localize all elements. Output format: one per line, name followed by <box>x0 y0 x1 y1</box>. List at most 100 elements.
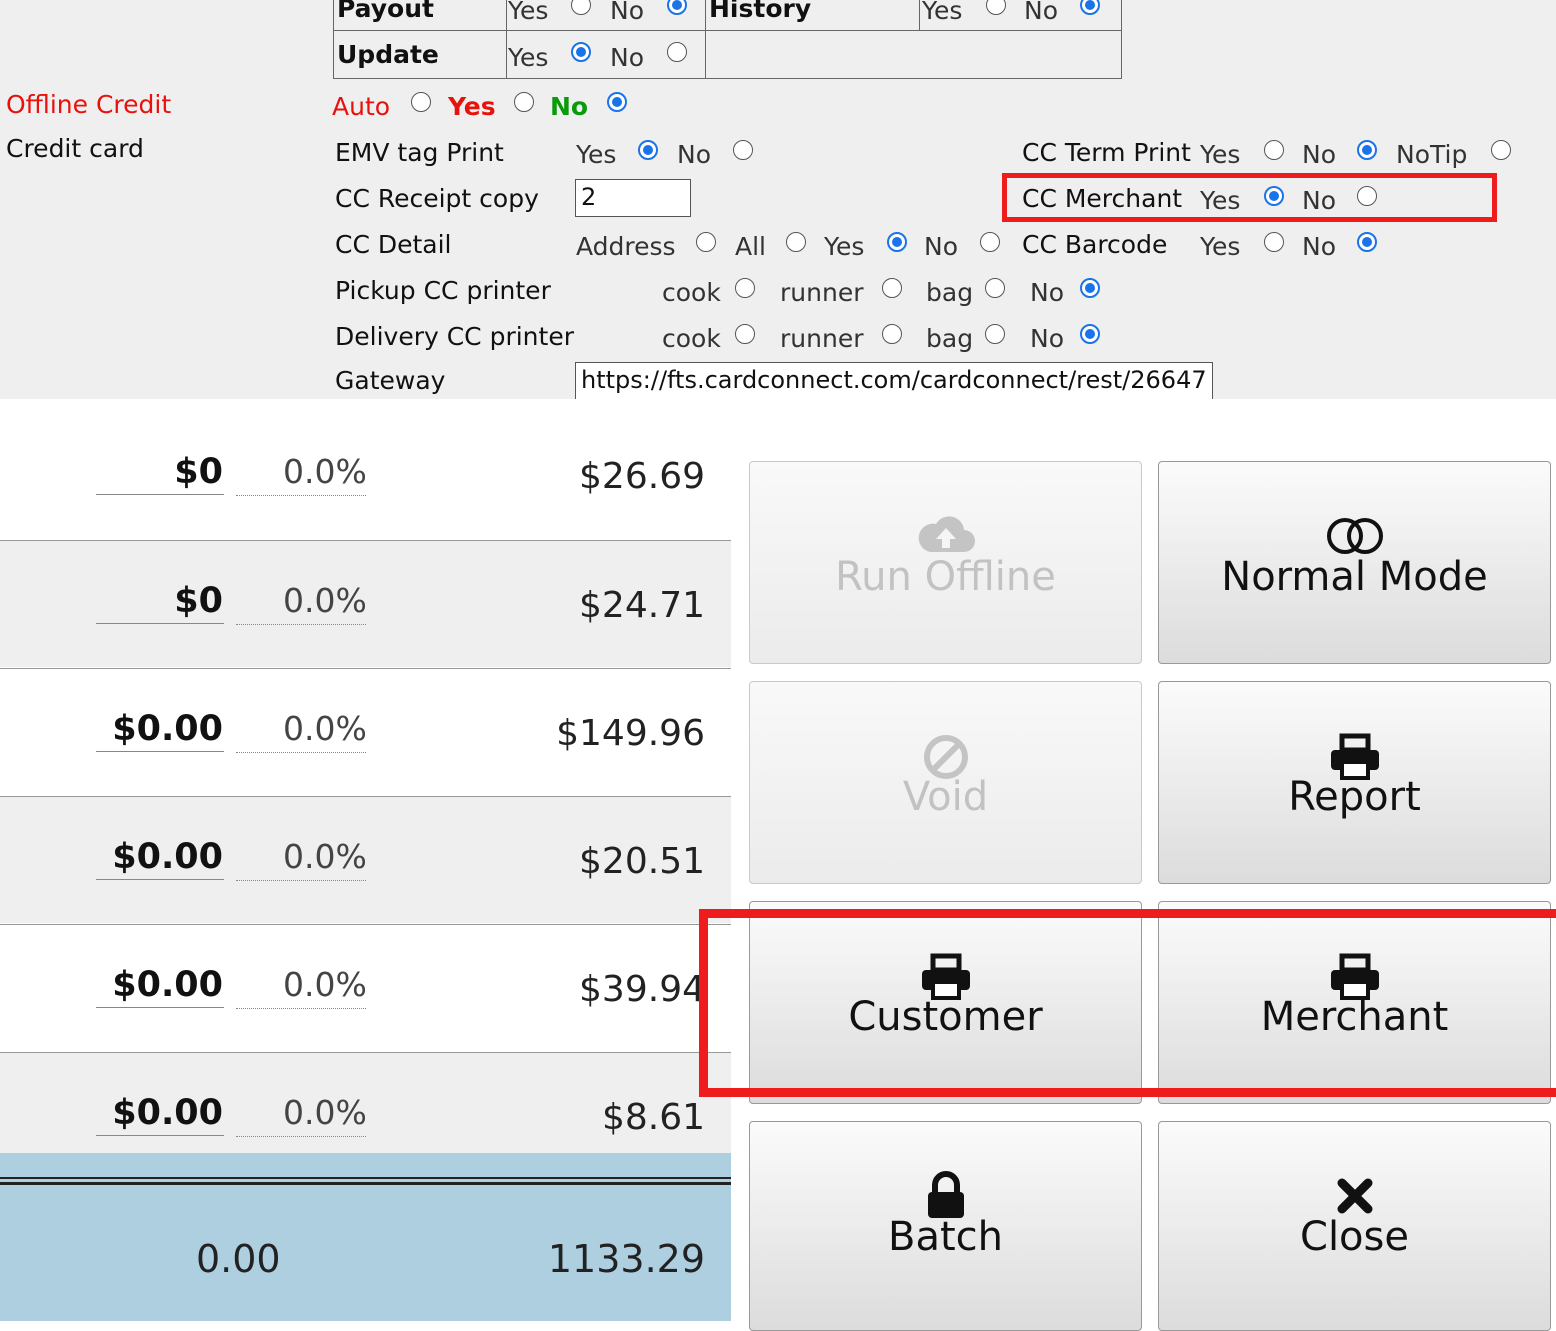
row-percent: 0.0% <box>283 1093 367 1132</box>
emv-yes-label: Yes <box>576 140 617 169</box>
table-divider <box>919 0 920 31</box>
totals-double-rule <box>0 1177 731 1185</box>
report-label: Report <box>1288 774 1421 820</box>
settings-panel: Payout Yes No History Yes No Update Yes … <box>0 0 1556 399</box>
pickup-no-radio[interactable] <box>1080 278 1100 298</box>
row-amount: $0.00 <box>112 965 223 1005</box>
row-percent: 0.0% <box>283 837 367 876</box>
delivery-no-radio[interactable] <box>1080 324 1100 344</box>
cc-detail-no-radio[interactable] <box>980 232 1000 252</box>
report-button[interactable]: Report <box>1158 681 1551 884</box>
percent-underline <box>236 752 366 753</box>
amount-underline <box>96 623 224 624</box>
list-row: $0.00 0.0% $149.96 <box>0 668 731 795</box>
void-button[interactable]: Void <box>749 681 1142 884</box>
row-percent: 0.0% <box>283 965 367 1004</box>
term-print-notip-radio[interactable] <box>1491 140 1511 160</box>
percent-underline <box>236 1136 366 1137</box>
delivery-cook-radio[interactable] <box>735 324 755 344</box>
cc-detail-all-radio[interactable] <box>786 232 806 252</box>
normal-mode-button[interactable]: Normal Mode <box>1158 461 1551 664</box>
row-percent: 0.0% <box>283 709 367 748</box>
row-percent: 0.0% <box>283 452 367 491</box>
delivery-bag-radio[interactable] <box>985 324 1005 344</box>
pickup-runner-radio[interactable] <box>882 278 902 298</box>
delivery-no-label: No <box>1030 324 1064 353</box>
cc-barcode-yes-label: Yes <box>1200 232 1241 261</box>
list-row: $0.00 0.0% $39.94 <box>0 924 731 1051</box>
run-offline-button[interactable]: Run Offline <box>749 461 1142 664</box>
row-total: $39.94 <box>579 969 705 1010</box>
emv-tag-print-label: EMV tag Print <box>335 138 504 167</box>
list-row: $0.00 0.0% $8.61 <box>0 1052 731 1153</box>
table-divider <box>705 0 706 79</box>
percent-underline <box>236 880 366 881</box>
cc-detail-label: CC Detail <box>335 230 452 259</box>
cc-term-print-label: CC Term Print <box>1022 138 1191 167</box>
offline-credit-label: Offline Credit <box>6 90 172 119</box>
run-offline-label: Run Offline <box>835 554 1056 600</box>
payout-label: Payout <box>337 0 434 23</box>
amount-underline <box>96 494 224 495</box>
term-print-no-label: No <box>1302 140 1336 169</box>
offline-auto-radio[interactable] <box>411 92 431 112</box>
pickup-bag-radio[interactable] <box>985 278 1005 298</box>
amount-underline <box>96 1135 224 1136</box>
history-no-label: No <box>1024 0 1058 25</box>
update-no-radio[interactable] <box>667 42 687 62</box>
print-buttons-highlight <box>699 909 1556 1097</box>
totals-row: 0.00 1133.29 <box>0 1153 731 1321</box>
update-label: Update <box>337 40 439 69</box>
cc-barcode-no-radio[interactable] <box>1357 232 1377 252</box>
cc-detail-address-radio[interactable] <box>696 232 716 252</box>
offline-no-radio[interactable] <box>607 92 627 112</box>
close-button[interactable]: Close <box>1158 1121 1551 1331</box>
row-percent: 0.0% <box>283 581 367 620</box>
table-divider <box>333 30 1122 31</box>
cc-receipt-copy-input[interactable]: 2 <box>575 179 691 217</box>
offline-yes-label: Yes <box>448 92 496 121</box>
emv-no-radio[interactable] <box>733 140 753 160</box>
cc-detail-yes-radio[interactable] <box>887 232 907 252</box>
delivery-cc-printer-label: Delivery CC printer <box>335 322 574 351</box>
history-label: History <box>709 0 812 23</box>
update-yes-radio[interactable] <box>571 42 591 62</box>
printer-icon <box>1330 733 1379 780</box>
toggle-icon <box>1326 518 1383 554</box>
offline-yes-radio[interactable] <box>514 92 534 112</box>
close-icon <box>1337 1178 1372 1214</box>
emv-yes-radio[interactable] <box>638 140 658 160</box>
pickup-cook-radio[interactable] <box>735 278 755 298</box>
row-amount: $0.00 <box>112 1093 223 1133</box>
delivery-cook-label: cook <box>662 324 721 353</box>
update-yes-label: Yes <box>508 43 549 72</box>
batch-button[interactable]: Batch <box>749 1121 1142 1331</box>
list-row: $0 0.0% $24.71 <box>0 540 731 667</box>
row-amount: $0 <box>174 581 223 621</box>
offline-auto-label: Auto <box>332 92 391 121</box>
delivery-runner-radio[interactable] <box>882 324 902 344</box>
cc-barcode-label: CC Barcode <box>1022 230 1168 259</box>
row-amount: $0.00 <box>112 709 223 749</box>
row-total: $20.51 <box>579 841 705 882</box>
row-amount: $0.00 <box>112 837 223 877</box>
term-print-notip-label: NoTip <box>1396 140 1468 169</box>
term-print-yes-radio[interactable] <box>1264 140 1284 160</box>
percent-underline <box>236 624 366 625</box>
term-print-no-radio[interactable] <box>1357 140 1377 160</box>
payout-yes-label: Yes <box>508 0 549 25</box>
cc-barcode-yes-radio[interactable] <box>1264 232 1284 252</box>
gateway-input[interactable]: https://fts.cardconnect.com/cardconnect/… <box>575 362 1213 399</box>
totals-total: 1133.29 <box>547 1237 705 1281</box>
cc-detail-no-label: No <box>924 232 958 261</box>
payout-no-label: No <box>610 0 644 25</box>
batch-label: Batch <box>888 1214 1003 1260</box>
list-row: $0 0.0% $26.69 <box>0 412 731 539</box>
term-print-yes-label: Yes <box>1200 140 1241 169</box>
offline-no-label: No <box>550 92 589 121</box>
delivery-runner-label: runner <box>780 324 864 353</box>
pickup-cook-label: cook <box>662 278 721 307</box>
cc-merchant-highlight <box>1002 173 1497 222</box>
pickup-no-label: No <box>1030 278 1064 307</box>
close-label: Close <box>1300 1214 1409 1260</box>
